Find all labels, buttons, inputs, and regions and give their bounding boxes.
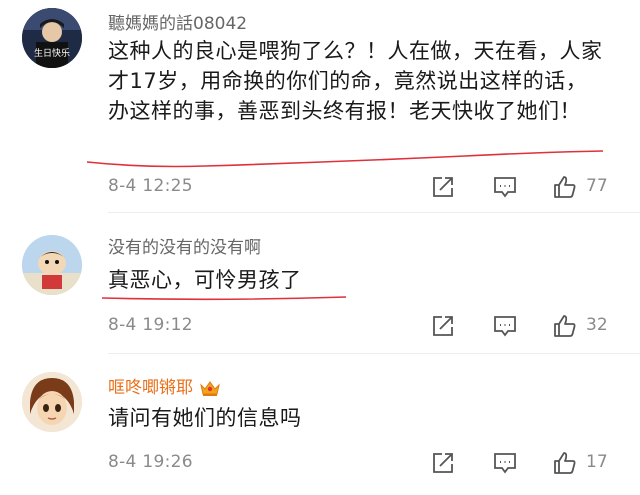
- comment-icon[interactable]: [492, 174, 518, 200]
- username[interactable]: 聽媽媽的話08042: [108, 9, 247, 34]
- comment-date: 8-4 19:12: [108, 315, 193, 335]
- avatar[interactable]: 生日快乐: [22, 8, 82, 68]
- avatar-image: [22, 372, 82, 432]
- share-icon[interactable]: [430, 174, 456, 200]
- comment-meta: 8-4 19:26 17: [108, 450, 608, 476]
- comment-item: 生日快乐 聽媽媽的話08042 这种人的良心是喂狗了么？！人在做，天在看，人家才…: [0, 0, 640, 213]
- like-count: 77: [586, 176, 608, 196]
- comment-meta: 8-4 12:25 77: [108, 174, 608, 200]
- username-text: 哐咚唧锵耶: [108, 378, 193, 398]
- comment-date: 8-4 19:26: [108, 452, 193, 472]
- avatar-text: 生日快乐: [34, 47, 70, 59]
- share-icon[interactable]: [430, 450, 456, 476]
- hand-drawn-underline: [86, 150, 604, 168]
- username[interactable]: 哐咚唧锵耶: [108, 373, 221, 398]
- hand-drawn-underline: [101, 296, 347, 301]
- comment-icon[interactable]: [492, 313, 518, 339]
- like-icon[interactable]: [552, 174, 578, 200]
- comment-icon[interactable]: [492, 450, 518, 476]
- username[interactable]: 没有的没有的没有啊: [108, 233, 261, 258]
- like-count: 17: [586, 452, 608, 472]
- comment-text: 这种人的良心是喂狗了么？！人在做，天在看，人家才17岁，用命换的你们的命，竟然说…: [108, 39, 603, 123]
- comment-item: 没有的没有的没有啊 真恶心，可怜男孩了 8-4 19:12 32: [0, 213, 640, 355]
- avatar-image: 生日快乐: [22, 8, 82, 68]
- comment-text: 请问有她们的信息吗: [108, 406, 302, 430]
- avatar[interactable]: [22, 372, 82, 432]
- vip-crown-icon: [200, 381, 220, 396]
- comment-item: 哐咚唧锵耶 请问有她们的信息吗 8-4 19:26 17: [0, 354, 640, 495]
- avatar[interactable]: [22, 235, 82, 295]
- comment-meta: 8-4 19:12 32: [108, 313, 608, 339]
- like-count: 32: [586, 315, 608, 335]
- like-icon[interactable]: [552, 313, 578, 339]
- comment-date: 8-4 12:25: [108, 176, 193, 196]
- avatar-image: [22, 235, 82, 295]
- share-icon[interactable]: [430, 313, 456, 339]
- like-icon[interactable]: [552, 450, 578, 476]
- comment-text: 真恶心，可怜男孩了: [108, 268, 302, 292]
